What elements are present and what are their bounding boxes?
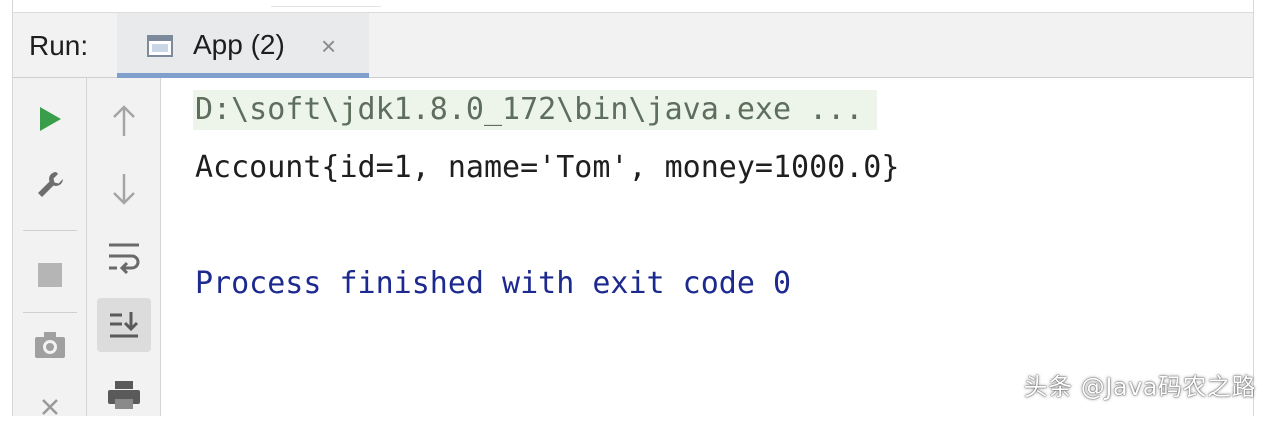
close-button[interactable] [23, 380, 77, 434]
rerun-button[interactable] [23, 92, 77, 146]
print-button[interactable] [97, 368, 151, 422]
camera-icon [35, 332, 65, 358]
scroll-to-end-button[interactable] [97, 298, 151, 352]
toolbar-separator [23, 230, 77, 231]
run-toolbar-primary [13, 78, 87, 416]
run-tool-window: Run: App (2) × D:\soft\jdk1.8.0_172\bin\… [12, 0, 1254, 416]
wrench-icon [38, 172, 63, 197]
run-label: Run: [29, 30, 89, 61]
close-icon [42, 399, 58, 415]
up-arrow-icon [113, 105, 135, 136]
rerun-icon [40, 107, 61, 131]
console-output[interactable]: D:\soft\jdk1.8.0_172\bin\java.exe ... Ac… [161, 78, 1253, 416]
stop-button[interactable] [23, 248, 77, 302]
stop-icon [38, 263, 62, 287]
console-command-line: D:\soft\jdk1.8.0_172\bin\java.exe ... [193, 90, 878, 130]
settings-button[interactable] [23, 158, 77, 212]
watermark: 头条 @Java码农之路 [1023, 373, 1256, 401]
console-output-line: Account{id=1, name='Tom', money=1000.0} [195, 150, 900, 185]
soft-wrap-button[interactable] [97, 230, 151, 284]
run-panel-header: Run: App (2) × [13, 12, 1253, 78]
toolbar-separator [23, 312, 77, 313]
tab-label: App (2) [193, 29, 285, 60]
snapshot-button[interactable] [23, 318, 77, 372]
scroll-to-end-icon [110, 312, 139, 338]
top-strip [13, 0, 1253, 12]
previous-occurrence-button[interactable] [97, 94, 151, 148]
next-occurrence-button[interactable] [97, 162, 151, 216]
soft-wrap-icon [109, 243, 140, 274]
print-icon [108, 381, 140, 409]
top-strip-line [271, 6, 381, 7]
app-window-icon [147, 35, 173, 57]
down-arrow-icon [113, 174, 135, 205]
tab-app[interactable]: App (2) × [117, 13, 369, 78]
tab-close-icon[interactable]: × [321, 33, 336, 59]
run-toolbar-secondary [87, 78, 161, 416]
console-exit-line: Process finished with exit code 0 [195, 266, 792, 301]
